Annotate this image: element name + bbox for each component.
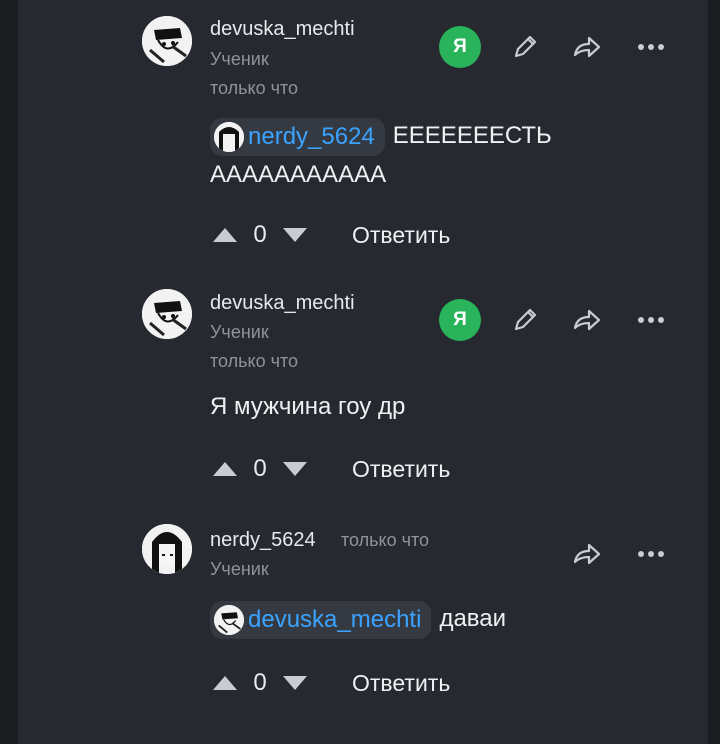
comment-body: devuska_mechti даваи [210, 600, 506, 639]
triangle-down-icon [283, 462, 307, 476]
edit-button[interactable] [507, 29, 543, 65]
share-button[interactable] [569, 302, 605, 338]
timestamp: только что [210, 78, 299, 98]
reply-button[interactable]: Ответить [352, 456, 450, 483]
more-button[interactable] [633, 536, 669, 572]
edit-button[interactable] [507, 302, 543, 338]
pencil-icon [514, 308, 537, 331]
vote-bar: 0 Ответить [210, 668, 450, 698]
comment-text-line1: ЕЕЕЕЕЕЕСТЬ [392, 122, 552, 149]
mention-avatar [214, 121, 244, 152]
timestamp: только что [210, 351, 299, 371]
author-rank: Ученик [210, 49, 269, 69]
avatar-image [142, 16, 192, 66]
vote-bar: 0 Ответить [210, 220, 450, 250]
comment-text: даваи [439, 605, 507, 632]
more-dots-icon [638, 317, 664, 323]
reply-button[interactable]: Ответить [352, 222, 450, 249]
triangle-up-icon [213, 676, 237, 690]
vote-count: 0 [253, 669, 267, 696]
triangle-up-icon [213, 228, 237, 242]
triangle-up-icon [213, 462, 237, 476]
comments-panel: devuska_mechti Ученик только что Я nerdy… [18, 0, 708, 744]
upvote-button[interactable] [210, 454, 240, 484]
author-name[interactable]: nerdy_5624 [210, 529, 316, 552]
upvote-button[interactable] [210, 668, 240, 698]
mention-name: nerdy_5624 [248, 122, 375, 150]
reply-button[interactable]: Ответить [352, 670, 450, 697]
mention-avatar [214, 604, 244, 635]
more-dots-icon [638, 44, 664, 50]
share-arrow-icon [573, 36, 601, 58]
more-button[interactable] [633, 302, 669, 338]
avatar-devuska-mechti[interactable] [142, 289, 192, 339]
share-arrow-icon [573, 543, 601, 565]
avatar-image [142, 524, 192, 574]
downvote-button[interactable] [280, 220, 310, 250]
more-button[interactable] [633, 29, 669, 65]
user-mention[interactable]: devuska_mechti [210, 600, 432, 639]
share-button[interactable] [569, 29, 605, 65]
ya-badge-button[interactable]: Я [439, 26, 481, 68]
timestamp: только что [341, 530, 430, 550]
avatar-devuska-mechti[interactable] [142, 16, 192, 66]
upvote-button[interactable] [210, 220, 240, 250]
avatar-image [142, 289, 192, 339]
ya-badge-button[interactable]: Я [439, 299, 481, 341]
more-dots-icon [638, 551, 664, 557]
avatar-nerdy-5624[interactable] [142, 524, 192, 574]
downvote-button[interactable] [280, 454, 310, 484]
downvote-button[interactable] [280, 668, 310, 698]
vote-count: 0 [253, 221, 267, 248]
comment-body: Я мужчина гоу др [210, 393, 406, 420]
share-button[interactable] [569, 536, 605, 572]
mention-name: devuska_mechti [248, 605, 422, 633]
vote-count: 0 [253, 455, 267, 482]
comment-body: nerdy_5624 ЕЕЕЕЕЕЕСТЬ ААААААААААА [210, 117, 552, 194]
triangle-down-icon [283, 676, 307, 690]
vote-bar: 0 Ответить [210, 454, 450, 484]
author-name[interactable]: devuska_mechti [210, 292, 355, 315]
triangle-down-icon [283, 228, 307, 242]
author-rank: Ученик [210, 559, 269, 579]
share-arrow-icon [573, 309, 601, 331]
user-mention[interactable]: nerdy_5624 [210, 117, 385, 156]
comment-text-line2: ААААААААААА [210, 160, 387, 188]
pencil-icon [514, 35, 537, 58]
author-name[interactable]: devuska_mechti [210, 18, 355, 41]
author-rank: Ученик [210, 322, 269, 342]
